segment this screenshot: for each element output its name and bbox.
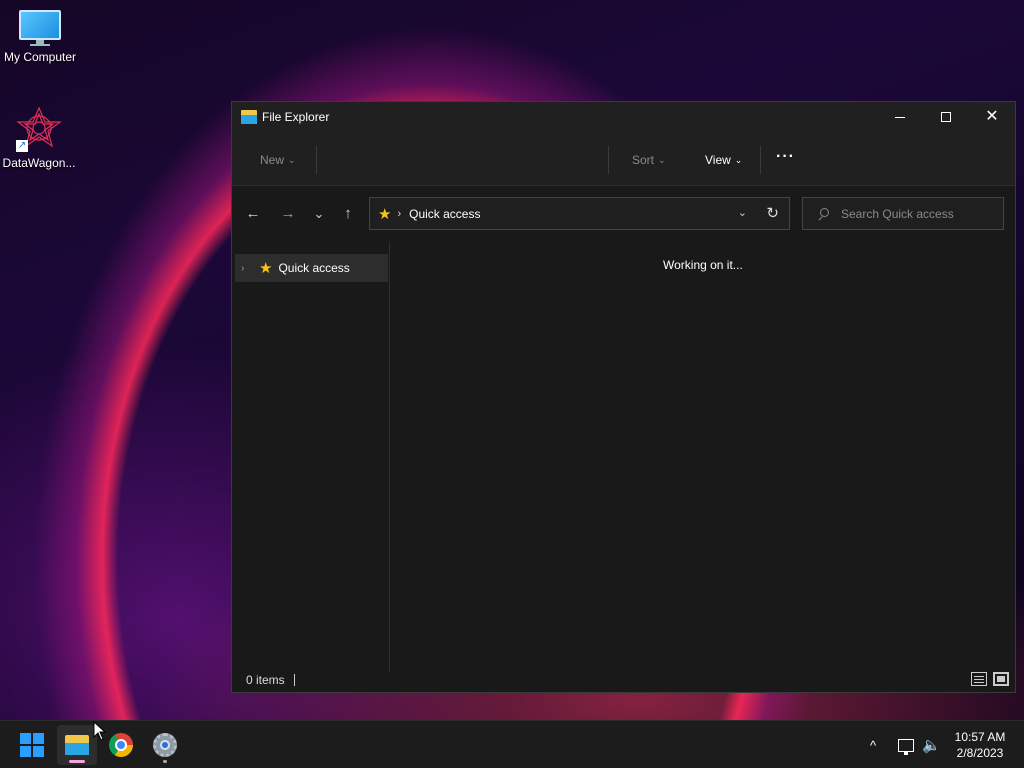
desktop-icon-label: My Computer	[3, 50, 77, 64]
minimize-button[interactable]	[877, 102, 923, 132]
search-input[interactable]	[841, 206, 991, 221]
window-title: File Explorer	[262, 110, 330, 124]
clock[interactable]: 10:57 AM 2/8/2023	[950, 729, 1010, 761]
chevron-down-icon: ⌄	[313, 206, 325, 221]
address-bar[interactable]: ★ › Quick access ⌄ ↻	[369, 197, 790, 230]
item-count: 0 items	[246, 673, 285, 687]
navigation-pane: › ★ Quick access	[232, 242, 390, 672]
maximize-button[interactable]	[923, 102, 969, 132]
up-arrow-icon: ↑	[344, 205, 352, 222]
file-explorer-window: File Explorer ✕ New ⌄ Sort ⌄ View ⌄ ··· …	[231, 101, 1016, 693]
nav-item-quick-access[interactable]: › ★ Quick access	[235, 254, 388, 282]
maximize-icon	[941, 112, 951, 122]
minimize-icon	[895, 116, 905, 118]
new-button[interactable]: New ⌄	[260, 150, 296, 170]
view-label: View	[705, 153, 731, 167]
breadcrumb-separator: ›	[397, 207, 402, 220]
star-icon: ★	[378, 205, 392, 223]
address-dropdown-icon[interactable]: ⌄	[738, 206, 747, 219]
volume-icon: 🔈	[922, 737, 941, 754]
monitor-icon	[19, 10, 61, 46]
clock-time: 10:57 AM	[954, 730, 1006, 744]
running-indicator	[163, 760, 167, 763]
clock-date: 2/8/2023	[956, 746, 1004, 760]
chevron-down-icon: ⌄	[734, 154, 743, 165]
desktop-icon-datawagon[interactable]: ↗ DataWagon...	[0, 106, 79, 170]
datawagon-logo-icon: ↗	[16, 106, 62, 152]
search-box[interactable]	[802, 197, 1004, 230]
status-bar: 0 items	[232, 668, 1015, 692]
chevron-down-icon: ⌄	[658, 154, 666, 165]
desktop-icon-my-computer[interactable]: My Computer	[0, 10, 80, 64]
start-icon	[20, 733, 44, 757]
view-button[interactable]: View ⌄	[705, 150, 742, 170]
network-button[interactable]	[898, 721, 914, 768]
search-icon	[817, 207, 829, 221]
volume-button[interactable]: 🔈	[922, 721, 941, 768]
chevron-right-icon[interactable]: ›	[241, 263, 259, 274]
star-icon: ★	[259, 260, 273, 277]
large-icons-view-icon[interactable]	[993, 672, 1009, 686]
more-icon: ···	[776, 148, 795, 165]
close-icon: ✕	[985, 108, 999, 125]
taskbar-file-explorer[interactable]	[57, 725, 97, 765]
address-row: ← → ⌄ ↑ ★ › Quick access ⌄ ↻	[232, 186, 1015, 241]
chevron-down-icon: ⌄	[288, 154, 296, 165]
divider	[760, 146, 761, 174]
breadcrumb-quick-access[interactable]: Quick access	[409, 207, 480, 221]
more-options-button[interactable]: ···	[776, 147, 795, 167]
loading-message: Working on it...	[663, 258, 743, 272]
show-hidden-icons-button[interactable]: ^	[870, 721, 876, 768]
taskbar-chrome[interactable]	[101, 725, 141, 765]
chrome-icon	[109, 733, 133, 757]
forward-arrow-icon: →	[280, 205, 296, 222]
divider	[316, 146, 317, 174]
shortcut-arrow-icon: ↗	[16, 140, 28, 152]
title-bar[interactable]: File Explorer ✕	[232, 102, 1015, 132]
up-button[interactable]: ↑	[337, 204, 359, 224]
sort-label: Sort	[632, 153, 655, 167]
back-button[interactable]: ←	[242, 204, 264, 224]
network-icon	[898, 738, 914, 755]
details-view-icon[interactable]	[971, 672, 987, 686]
back-arrow-icon: ←	[245, 205, 261, 222]
settings-icon	[153, 733, 177, 757]
chevron-up-icon: ^	[870, 737, 877, 753]
new-label: New	[260, 153, 285, 167]
forward-button[interactable]: →	[277, 204, 299, 224]
nav-item-label: Quick access	[278, 261, 350, 275]
divider	[608, 146, 609, 174]
taskbar-settings[interactable]	[145, 725, 185, 765]
refresh-icon[interactable]: ↻	[766, 204, 779, 222]
mouse-cursor-icon	[93, 720, 107, 746]
taskbar: ^ 🔈 10:57 AM 2/8/2023	[0, 720, 1024, 768]
start-button[interactable]	[12, 725, 52, 765]
command-bar: New ⌄ Sort ⌄ View ⌄ ···	[232, 132, 1015, 186]
sort-button[interactable]: Sort ⌄	[632, 150, 666, 170]
close-button[interactable]: ✕	[969, 102, 1015, 132]
folder-icon	[241, 110, 257, 124]
status-divider	[293, 674, 295, 686]
active-indicator	[69, 760, 85, 763]
desktop-icon-label: DataWagon...	[2, 156, 76, 170]
recent-locations-button[interactable]: ⌄	[308, 204, 330, 224]
file-explorer-icon	[65, 735, 89, 755]
